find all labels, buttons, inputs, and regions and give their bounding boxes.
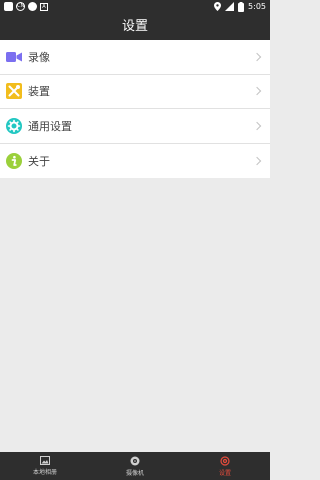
status-bar: CN A 5:05 — [0, 0, 270, 13]
menu-item-device[interactable]: 装置 — [0, 75, 270, 109]
signal-icon — [225, 2, 235, 11]
info-icon — [6, 152, 22, 169]
menu-item-recording[interactable]: 录像 — [0, 40, 270, 75]
nav-label: 本地相册 — [32, 469, 57, 476]
page-title: 设置 — [0, 13, 270, 40]
menu-item-label: 装置 — [28, 85, 50, 99]
menu-item-label: 关于 — [28, 154, 50, 168]
menu-item-label: 录像 — [28, 50, 50, 64]
location-icon — [214, 2, 222, 11]
nav-item-local-album[interactable]: 本地相册 — [0, 452, 90, 480]
menu-item-label: 通用设置 — [28, 119, 72, 133]
video-camera-icon — [6, 49, 22, 65]
bottom-nav: 本地相册 摄像机 设置 — [0, 452, 270, 480]
settings-list: 录像 装置 通用设置 关于 — [0, 40, 270, 178]
notification-square-icon — [4, 2, 13, 11]
settings-icon — [220, 455, 230, 466]
a-icon: A — [40, 2, 48, 11]
dot-icon — [28, 2, 37, 11]
chevron-right-icon — [252, 156, 262, 165]
menu-item-about[interactable]: 关于 — [0, 144, 270, 179]
chevron-right-icon — [252, 121, 262, 130]
nav-label: 设置 — [218, 469, 231, 477]
nav-item-camera[interactable]: 摄像机 — [90, 452, 180, 480]
chevron-right-icon — [252, 87, 262, 96]
chevron-right-icon — [252, 52, 262, 61]
cn-icon: CN — [16, 2, 25, 11]
menu-item-general-settings[interactable]: 通用设置 — [0, 109, 270, 144]
battery-icon — [238, 1, 245, 12]
camera-lens-icon — [130, 456, 140, 465]
nav-label: 摄像机 — [125, 469, 144, 477]
gear-icon — [6, 117, 22, 134]
status-time: 5:05 — [248, 2, 266, 11]
image-icon — [40, 456, 50, 465]
tools-icon — [6, 83, 22, 100]
nav-item-settings[interactable]: 设置 — [180, 452, 270, 480]
